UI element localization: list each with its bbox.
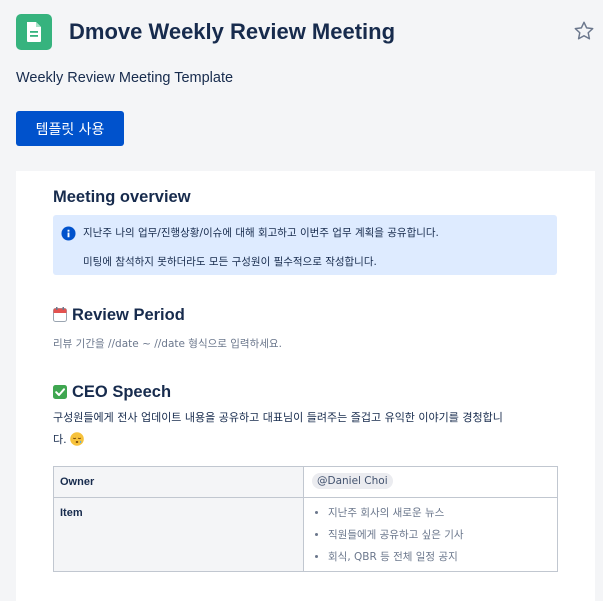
sleepy-face-icon xyxy=(70,432,84,454)
template-preview: Meeting overview 지난주 나의 업무/진행상황/이슈에 대해 회… xyxy=(16,171,595,601)
item-list: 지난주 회사의 새로운 뉴스 직원들에게 공유하고 싶은 기사 회식, QBR … xyxy=(312,502,549,568)
info-text-line: 지난주 나의 업무/진행상황/이슈에 대해 회고하고 이번주 업무 계획을 공유… xyxy=(83,227,439,239)
ceo-speech-description: 구성원들에게 전사 업데이트 내용을 공유하고 대표님이 들려주는 즐겁고 유익… xyxy=(53,407,557,454)
calendar-icon xyxy=(53,307,67,327)
item-cell: 지난주 회사의 새로운 뉴스 직원들에게 공유하고 싶은 기사 회식, QBR … xyxy=(303,497,558,572)
description-line-end: 다. xyxy=(53,429,557,454)
table-row: Owner @Daniel Choi xyxy=(53,466,558,498)
review-period-heading: Review Period xyxy=(53,306,185,327)
page-subtitle: Weekly Review Meeting Template xyxy=(16,70,234,86)
star-icon[interactable] xyxy=(573,20,595,42)
description-line: 구성원들에게 전사 업데이트 내용을 공유하고 대표님이 들려주는 즐겁고 유익… xyxy=(53,411,503,424)
ceo-speech-label: CEO Speech xyxy=(72,383,172,401)
owner-mention[interactable]: @Daniel Choi xyxy=(312,473,393,489)
owner-cell: @Daniel Choi xyxy=(303,466,558,498)
list-item: 직원들에게 공유하고 싶은 기사 xyxy=(328,524,549,546)
info-panel: 지난주 나의 업무/진행상황/이슈에 대해 회고하고 이번주 업무 계획을 공유… xyxy=(53,215,557,275)
list-item: 회식, QBR 등 전체 일정 공지 xyxy=(328,546,549,568)
review-period-label: Review Period xyxy=(72,306,185,324)
info-table: Owner @Daniel Choi Item 지난주 회사의 새로운 뉴스 직… xyxy=(53,466,558,572)
ceo-speech-heading: CEO Speech xyxy=(53,383,171,404)
owner-label: Owner xyxy=(53,466,304,498)
info-text-line: 미팅에 참석하지 못하더라도 모든 구성원이 필수적으로 작성합니다. xyxy=(83,256,377,268)
review-period-hint: 리뷰 기간을 //date ~ //date 형식으로 입력하세요. xyxy=(53,338,282,350)
list-item: 지난주 회사의 새로운 뉴스 xyxy=(328,502,549,524)
use-template-button[interactable]: 템플릿 사용 xyxy=(16,111,124,146)
table-row: Item 지난주 회사의 새로운 뉴스 직원들에게 공유하고 싶은 기사 회식,… xyxy=(53,497,558,572)
document-icon xyxy=(16,14,52,50)
page-header: Dmove Weekly Review Meeting xyxy=(16,14,594,50)
item-label: Item xyxy=(53,497,304,572)
meeting-overview-heading: Meeting overview xyxy=(53,188,191,206)
check-mark-icon xyxy=(53,385,67,404)
page-title: Dmove Weekly Review Meeting xyxy=(69,19,396,44)
info-icon xyxy=(61,226,76,241)
